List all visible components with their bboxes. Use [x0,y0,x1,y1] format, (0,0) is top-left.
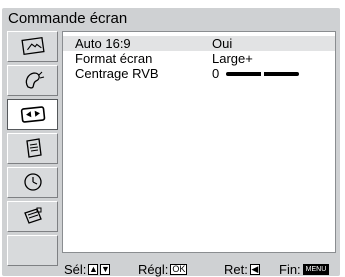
sidebar-item-features[interactable] [7,133,58,164]
setup-icon [24,207,42,224]
setting-label: Centrage RVB [75,66,159,81]
rgb-centering-slider[interactable] [226,72,299,76]
setting-value: Large+ [212,51,253,66]
footer-end-hint: Fin: MENU [279,262,330,277]
setting-value: 0 [212,66,220,81]
sound-icon [25,71,45,89]
picture-icon [21,36,45,56]
tv-menu-screen: Commande écran Auto 16:9 Oui Format écra… [2,8,340,277]
footer-return-hint: Ret: ◀ [224,262,260,277]
menu-header: Commande écran [2,8,340,29]
sidebar-item-setup[interactable] [7,201,58,232]
setting-row-centrage-rvb[interactable]: Centrage RVB 0 [63,66,335,81]
footer-end-label: Fin: [279,262,301,277]
setting-label: Auto 16:9 [75,36,131,51]
settings-panel: Auto 16:9 Oui Format écran Large+ Centra… [62,31,336,253]
menu-footer: Sél: ▲ ▼ Régl: OK Ret: ◀ Fin: MENU [2,258,340,277]
footer-select-hint: Sél: ▲ ▼ [64,262,111,277]
up-arrow-icon: ▲ [88,264,99,275]
ok-key-icon: OK [170,264,188,275]
sidebar-item-screen[interactable] [7,99,58,130]
slider-center-marker [261,72,264,76]
footer-adjust-label: Régl: [138,262,169,277]
menu-key-icon: MENU [302,264,330,275]
screen-icon [20,106,46,123]
footer-adjust-hint: Régl: OK [138,262,188,277]
timer-icon [24,173,42,191]
down-arrow-icon: ▼ [100,264,111,275]
sidebar-item-picture[interactable] [7,31,58,62]
features-icon [26,138,42,158]
sidebar-item-timer[interactable] [7,167,58,198]
left-arrow-icon: ◀ [249,264,260,275]
sidebar-item-sound[interactable] [7,65,58,96]
setting-row-auto-16-9[interactable]: Auto 16:9 Oui [63,36,335,51]
menu-title: Commande écran [8,10,128,27]
setting-row-format-ecran[interactable]: Format écran Large+ [63,51,335,66]
setting-value: Oui [212,36,233,51]
footer-select-label: Sél: [64,262,87,277]
footer-return-label: Ret: [224,262,248,277]
setting-label: Format écran [75,51,153,66]
